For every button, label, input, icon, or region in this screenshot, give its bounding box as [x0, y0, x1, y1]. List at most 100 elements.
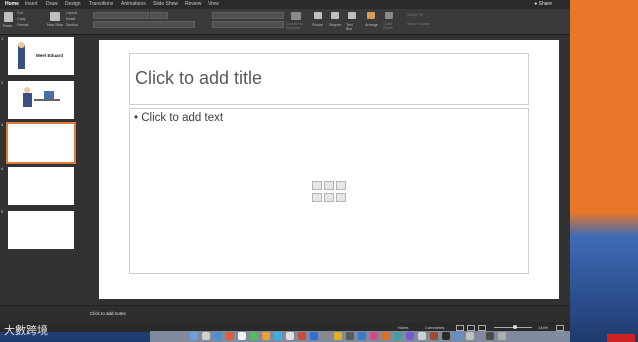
app-icon[interactable] — [274, 332, 282, 340]
layout-button[interactable]: Layout — [66, 11, 77, 15]
alignment-buttons[interactable] — [212, 21, 284, 28]
app-icon[interactable] — [334, 332, 342, 340]
app-icon[interactable] — [442, 332, 450, 340]
picture-icon[interactable] — [314, 12, 322, 19]
table-icon[interactable] — [312, 181, 322, 190]
quick-styles-label: Quick Styles — [383, 22, 393, 30]
app-icon[interactable] — [466, 332, 474, 340]
section-button[interactable]: Section — [66, 23, 78, 27]
video-logo-badge — [607, 334, 635, 342]
slide-number: 5 — [1, 209, 4, 214]
character-figure — [18, 45, 25, 69]
tab-view[interactable]: View — [208, 1, 219, 7]
word-icon[interactable] — [310, 332, 318, 340]
app-icon[interactable] — [454, 332, 462, 340]
clip-art-icon[interactable] — [324, 193, 334, 202]
content-placeholder[interactable]: • Click to add text — [129, 108, 529, 274]
slide-number: 2 — [1, 80, 4, 85]
slide-thumbnail-1[interactable]: Meet Eduard — [8, 37, 74, 75]
title-placeholder-text: Click to add title — [135, 68, 263, 88]
ribbon-toolbar: Paste Cut Copy Format New Slide Layout R… — [0, 9, 570, 35]
format-button[interactable]: Format — [17, 23, 28, 27]
shapes-label: Shapes — [329, 23, 342, 27]
new-slide-label: New Slide — [47, 23, 64, 27]
picture-label: Picture — [312, 23, 324, 27]
tab-transitions[interactable]: Transitions — [89, 1, 113, 7]
paragraph-buttons[interactable] — [212, 12, 284, 19]
app-icon[interactable] — [382, 332, 390, 340]
paste-icon[interactable] — [4, 12, 13, 22]
macos-dock — [150, 331, 570, 342]
arrange-label: Arrange — [365, 23, 378, 27]
share-label: Share — [538, 1, 552, 7]
notes-button[interactable]: Notes — [398, 325, 408, 330]
chart-icon[interactable] — [324, 181, 334, 190]
convert-smartart-label: Convert to SmartArt — [286, 22, 303, 30]
thumbnail-title: Meet Eduard — [36, 53, 64, 58]
zoom-level[interactable]: 144% — [538, 325, 548, 330]
picture-icon[interactable] — [312, 193, 322, 202]
tab-draw[interactable]: Draw — [46, 1, 58, 7]
font-size-dropdown[interactable] — [150, 12, 168, 19]
copy-button[interactable]: Copy — [17, 17, 25, 21]
powerpoint-icon[interactable] — [298, 332, 306, 340]
share-button[interactable]: ● Share — [534, 1, 552, 7]
messages-icon[interactable] — [250, 332, 258, 340]
content-placeholder-text: • Click to add text — [134, 112, 224, 124]
arrange-icon[interactable] — [367, 12, 375, 19]
slide-thumbnail-5[interactable] — [8, 211, 74, 249]
slide-canvas[interactable]: Click to add title • Click to add text — [99, 40, 559, 299]
reset-button[interactable]: Reset — [66, 17, 75, 21]
app-icon[interactable] — [370, 332, 378, 340]
app-icon[interactable] — [346, 332, 354, 340]
character-head — [18, 42, 25, 48]
monitor-illustration — [44, 91, 54, 99]
safari-icon[interactable] — [214, 332, 222, 340]
tab-home[interactable]: Home — [5, 1, 19, 7]
video-icon[interactable] — [336, 193, 346, 202]
tab-design[interactable]: Design — [65, 1, 81, 7]
tab-review[interactable]: Review — [185, 1, 201, 7]
app-icon[interactable] — [322, 332, 330, 340]
shape-outline-button[interactable]: Shape Outline — [407, 22, 430, 26]
zoom-slider-thumb[interactable] — [513, 325, 517, 329]
character-figure — [23, 93, 32, 107]
shape-fill-button[interactable]: Shape Fill — [407, 13, 423, 17]
notes-pane[interactable]: Click to add notes — [0, 305, 570, 323]
tab-slide-show[interactable]: Slide Show — [153, 1, 178, 7]
tab-animations[interactable]: Animations — [121, 1, 146, 7]
cut-button[interactable]: Cut — [17, 11, 23, 15]
slide-thumbnail-3[interactable] — [6, 122, 76, 164]
tab-insert[interactable]: Insert — [25, 1, 38, 7]
slide-thumbnail-4[interactable] — [8, 167, 74, 205]
font-format-buttons[interactable] — [93, 21, 195, 28]
text-box-icon[interactable] — [348, 12, 356, 19]
smartart-icon[interactable] — [336, 181, 346, 190]
launchpad-icon[interactable] — [202, 332, 210, 340]
comments-button[interactable]: Comments — [425, 325, 444, 330]
quick-styles-icon[interactable] — [385, 12, 393, 19]
slide-thumbnail-2[interactable] — [8, 81, 74, 119]
title-placeholder[interactable]: Click to add title — [129, 53, 529, 105]
shapes-icon[interactable] — [331, 12, 339, 19]
new-slide-icon[interactable] — [50, 12, 60, 21]
calendar-icon[interactable] — [238, 332, 246, 340]
slide-thumbnail-panel: 1 Meet Eduard 2 3 4 5 — [0, 35, 84, 305]
app-icon[interactable] — [226, 332, 234, 340]
paste-label: Paste — [3, 24, 13, 28]
app-icon[interactable] — [406, 332, 414, 340]
downloads-icon[interactable] — [486, 332, 494, 340]
app-icon[interactable] — [262, 332, 270, 340]
app-icon[interactable] — [358, 332, 366, 340]
app-icon[interactable] — [394, 332, 402, 340]
slide-number: 1 — [1, 36, 4, 41]
finder-icon[interactable] — [190, 332, 198, 340]
ribbon-tab-bar: Home Insert Draw Design Transitions Anim… — [0, 0, 570, 9]
app-icon[interactable] — [430, 332, 438, 340]
font-name-dropdown[interactable] — [93, 12, 149, 19]
trash-icon[interactable] — [498, 332, 506, 340]
app-icon[interactable] — [418, 332, 426, 340]
app-icon[interactable] — [286, 332, 294, 340]
smartart-icon[interactable] — [291, 12, 301, 20]
desk-illustration — [34, 99, 60, 101]
